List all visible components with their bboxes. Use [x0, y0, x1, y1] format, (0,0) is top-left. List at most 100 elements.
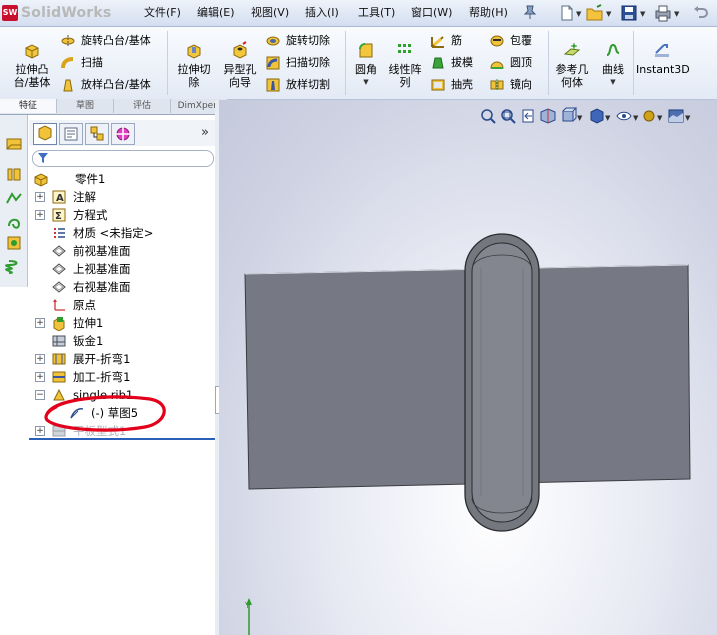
- jog-icon[interactable]: [5, 234, 23, 252]
- hem-icon[interactable]: [5, 211, 23, 229]
- tree-item-label: 展开-折弯1: [73, 352, 131, 366]
- tree-item[interactable]: + 拉伸1: [29, 314, 215, 332]
- tree-item[interactable]: 原点: [29, 296, 215, 314]
- extrude-cut-button[interactable]: 拉伸切 除: [172, 41, 216, 89]
- shell-button[interactable]: 抽壳: [430, 76, 473, 94]
- linear-pattern-button[interactable]: 线性阵 列: [385, 41, 425, 89]
- fillet-label: 圆角: [355, 63, 377, 76]
- tree-item[interactable]: 钣金1: [29, 332, 215, 350]
- sweep-cut-button[interactable]: 扫描切除: [265, 54, 330, 72]
- dome-button[interactable]: 圆顶: [489, 54, 532, 72]
- command-manager-tabs: 特征 草图 评估 DimXpert: [0, 99, 228, 115]
- loft-boss-button[interactable]: 放样凸台/基体: [60, 76, 151, 94]
- tree-item[interactable]: 上视基准面: [29, 260, 215, 278]
- single-rib-body[interactable]: [464, 233, 540, 532]
- solidworks-logo[interactable]: SW SolidWorks: [2, 3, 122, 23]
- expand-toggle-icon[interactable]: +: [35, 210, 45, 220]
- tree-item[interactable]: + 加工-折弯1: [29, 368, 215, 386]
- open-button[interactable]: [586, 3, 604, 23]
- expand-chevron-icon[interactable]: »: [201, 125, 209, 140]
- extrude-boss-button[interactable]: 拉伸凸 台/基体: [9, 41, 55, 89]
- chevron-down-icon[interactable]: ▼: [597, 76, 629, 89]
- spring-helix-icon[interactable]: [5, 257, 23, 275]
- menu-help[interactable]: 帮助(H): [469, 5, 508, 21]
- revolve-boss-label: 旋转凸台/基体: [81, 34, 151, 47]
- rollback-bar[interactable]: [29, 438, 215, 440]
- tree-item[interactable]: (-) 草图5: [29, 404, 215, 422]
- menu-file[interactable]: 文件(F): [144, 5, 181, 21]
- sweep-button[interactable]: 扫描: [60, 54, 103, 72]
- tree-item[interactable]: 材质 <未指定>: [29, 224, 215, 242]
- equations-icon: Σ: [52, 208, 66, 222]
- tree-item[interactable]: + A 注解: [29, 188, 215, 206]
- revolve-cut-button[interactable]: 旋转切除: [265, 32, 330, 50]
- tab-feature-tree[interactable]: [33, 123, 57, 145]
- tree-item[interactable]: 零件1: [29, 170, 215, 188]
- svg-text:A: A: [56, 193, 64, 204]
- collapse-toggle-icon[interactable]: −: [35, 390, 45, 400]
- loft-cut-button[interactable]: 放样切割: [265, 76, 330, 94]
- new-document-button[interactable]: [559, 3, 575, 23]
- wrap-button[interactable]: 包覆: [489, 32, 532, 50]
- chevron-down-icon[interactable]: ▼: [606, 10, 611, 18]
- tree-item-label: 加工-折弯1: [73, 370, 131, 384]
- tree-item[interactable]: − single rib1: [29, 386, 215, 404]
- tab-property-manager[interactable]: [59, 123, 83, 145]
- part-model-view[interactable]: Y: [219, 100, 717, 635]
- dome-icon: [490, 61, 504, 69]
- ribbon-separator: [548, 31, 549, 95]
- extrude-cut-icon: [187, 44, 201, 59]
- expand-toggle-icon[interactable]: +: [35, 192, 45, 202]
- rib-button[interactable]: 筋: [430, 32, 462, 50]
- menu-edit[interactable]: 编辑(E): [197, 5, 235, 21]
- reference-geometry-button[interactable]: 参考几 何体: [552, 41, 592, 89]
- wrap-icon: [490, 35, 504, 47]
- hole-wizard-button[interactable]: 异型孔 向导: [218, 41, 262, 89]
- extrude-feature-icon: [53, 317, 65, 331]
- loft-boss-icon: [63, 79, 73, 92]
- undo-button[interactable]: [692, 3, 710, 23]
- menu-view[interactable]: 视图(V): [251, 5, 289, 21]
- mirror-button[interactable]: 镜向: [489, 76, 532, 94]
- sweep-cut-label: 扫描切除: [286, 56, 330, 69]
- tab-evaluate[interactable]: 评估: [114, 99, 171, 113]
- pin-icon[interactable]: [523, 4, 537, 20]
- shell-icon: [431, 79, 445, 91]
- menu-tools[interactable]: 工具(T): [358, 5, 395, 21]
- tree-item[interactable]: + Σ 方程式: [29, 206, 215, 224]
- tab-features[interactable]: 特征: [0, 99, 57, 113]
- curves-button[interactable]: 曲线 ▼: [597, 41, 629, 89]
- reference-geometry-label: 参考几 何体: [555, 63, 589, 89]
- tree-item[interactable]: + 展开-折弯1: [29, 350, 215, 368]
- sketched-bend-icon[interactable]: [5, 189, 23, 207]
- save-button[interactable]: [620, 3, 638, 23]
- tab-sketch[interactable]: 草图: [57, 99, 114, 113]
- flat-pattern-icon: [52, 425, 66, 437]
- chevron-down-icon[interactable]: ▼: [576, 10, 581, 18]
- tree-item[interactable]: 前视基准面: [29, 242, 215, 260]
- sweep-icon: [61, 57, 74, 69]
- menu-window[interactable]: 窗口(W): [411, 5, 452, 21]
- base-flange-icon[interactable]: [5, 135, 23, 153]
- tree-item-label: 右视基准面: [73, 280, 131, 294]
- tab-configuration-manager[interactable]: [85, 123, 109, 145]
- expand-toggle-icon[interactable]: +: [35, 354, 45, 364]
- expand-toggle-icon[interactable]: +: [35, 426, 45, 436]
- draft-button[interactable]: 拔模: [430, 54, 473, 72]
- expand-toggle-icon[interactable]: +: [35, 318, 45, 328]
- tab-dimxpert-manager[interactable]: [111, 123, 135, 145]
- save-disk-icon: [621, 5, 637, 21]
- revolve-boss-button[interactable]: 旋转凸台/基体: [60, 32, 151, 50]
- expand-toggle-icon[interactable]: +: [35, 372, 45, 382]
- fillet-button[interactable]: 圆角 ▼: [350, 41, 382, 89]
- menu-insert[interactable]: 插入(I): [305, 5, 339, 21]
- tree-item[interactable]: 右视基准面: [29, 278, 215, 296]
- chevron-down-icon[interactable]: ▼: [350, 76, 382, 89]
- instant3d-button[interactable]: Instant3D: [636, 41, 690, 76]
- chevron-down-icon[interactable]: ▼: [640, 10, 645, 18]
- edge-flange-icon[interactable]: [5, 165, 23, 183]
- chevron-down-icon[interactable]: ▼: [674, 10, 679, 18]
- feature-filter-input[interactable]: [32, 150, 214, 167]
- graphics-viewport[interactable]: ▼ ▼ ▼ ▼ ▼ Y: [219, 100, 717, 635]
- print-button[interactable]: [654, 3, 672, 23]
